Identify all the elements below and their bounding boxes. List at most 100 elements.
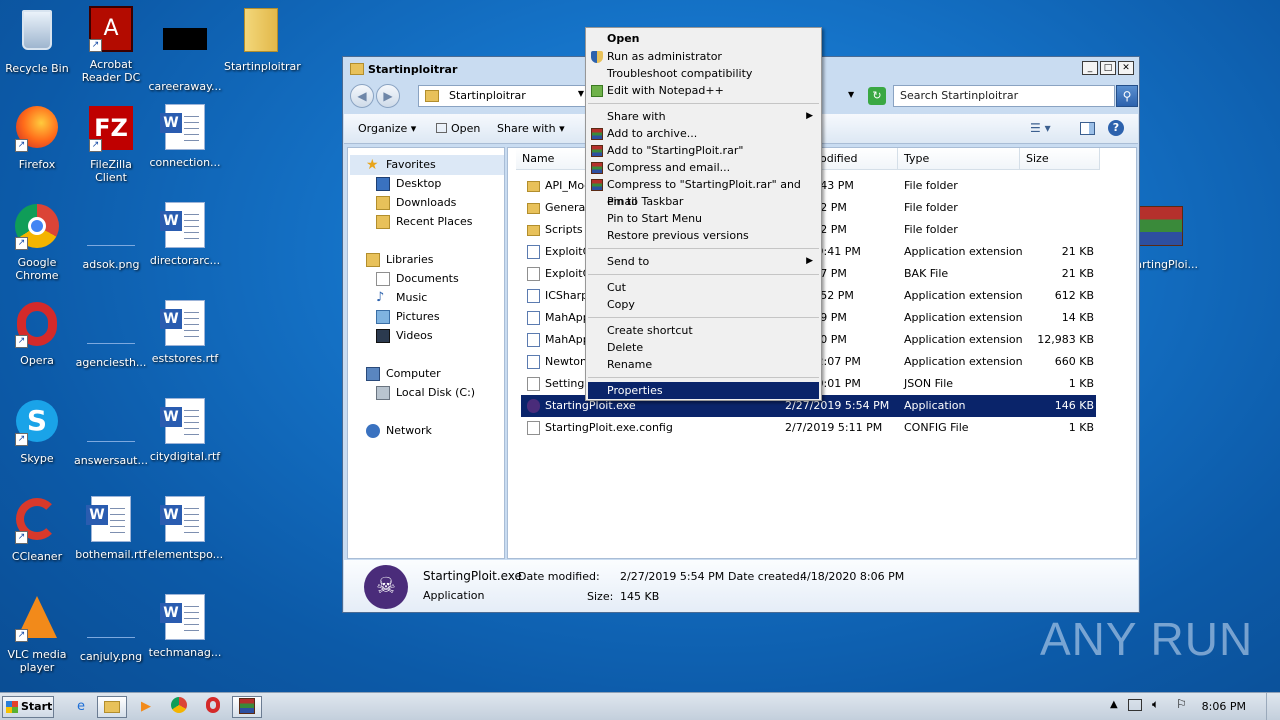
menu-open[interactable]: Open <box>588 30 819 47</box>
menu-send-to[interactable]: Send to ▶ <box>588 253 819 270</box>
menu-compress-and-email[interactable]: Compress and email... <box>588 159 819 176</box>
word-doc-icon: W <box>160 496 209 544</box>
menu-create-shortcut[interactable]: Create shortcut <box>588 322 819 339</box>
taskbar-opera-icon[interactable] <box>198 696 228 718</box>
address-dropdown-icon[interactable]: ▼ <box>848 90 854 99</box>
desktop-icon-elementspo[interactable]: W elementspo... <box>148 496 223 561</box>
open-button[interactable]: Open <box>436 122 480 135</box>
column-header-type[interactable]: Type <box>898 148 1020 170</box>
search-icon[interactable]: ⚲ <box>1116 85 1138 107</box>
desktop-icon-chrome[interactable]: ↗ Google Chrome <box>0 202 74 282</box>
maximize-icon[interactable]: □ <box>1100 61 1116 75</box>
notepad-plus-plus-icon <box>591 85 603 97</box>
nav-local-disk[interactable]: Local Disk (C:) <box>348 384 498 402</box>
nav-downloads[interactable]: Downloads <box>348 194 498 212</box>
desktop-icon-answersaut[interactable]: answersaut... <box>74 398 148 467</box>
menu-add-to-rar[interactable]: Add to "StartingPloit.rar" <box>588 142 819 159</box>
refresh-icon[interactable]: ↻ <box>868 87 886 105</box>
taskbar-winrar-icon[interactable] <box>232 696 262 718</box>
desktop-icon-ccleaner[interactable]: ↗ CCleaner <box>0 496 74 563</box>
desktop-icon-firefox[interactable]: ↗ Firefox <box>0 104 74 171</box>
menu-pin-to-start-menu[interactable]: Pin to Start Menu <box>588 210 819 227</box>
nav-recent-places[interactable]: Recent Places <box>348 213 498 231</box>
tray-expand-icon[interactable]: ▲ <box>1110 699 1118 710</box>
file-row[interactable]: StartingPloit.exe.config 2/7/2019 5:11 PM… <box>521 417 1096 439</box>
nav-network[interactable]: Network <box>348 422 498 440</box>
desktop-icon-agenciesth[interactable]: agenciesth... <box>74 300 148 369</box>
tray-network-icon[interactable] <box>1128 699 1142 711</box>
tray-flag-icon[interactable]: ⚐ <box>1176 697 1187 711</box>
nav-computer[interactable]: Computer <box>348 365 498 383</box>
preview-pane-icon[interactable] <box>1080 122 1095 135</box>
taskbar-ie-icon[interactable]: e <box>66 696 96 718</box>
menu-share-with[interactable]: Share with ▶ <box>588 108 819 125</box>
menu-troubleshoot-compatibility[interactable]: Troubleshoot compatibility <box>588 65 819 82</box>
menu-copy[interactable]: Copy <box>588 296 819 313</box>
nav-music[interactable]: ♪ Music <box>348 289 498 307</box>
column-header-date[interactable]: odified <box>820 148 898 170</box>
file-icon <box>527 377 540 391</box>
nav-videos[interactable]: Videos <box>348 327 498 345</box>
address-bar[interactable]: Startinploitrar ▼ <box>418 85 593 107</box>
desktop-icon-acrobat[interactable]: A ↗ Acrobat Reader DC <box>74 6 148 84</box>
menu-properties[interactable]: Properties <box>588 382 819 399</box>
menu-compress-to-rar-and-email[interactable]: Compress to "StartingPloit.rar" and emai… <box>588 176 819 208</box>
desktop-icon-opera[interactable]: ↗ Opera <box>0 300 74 367</box>
desktop-icon-bothemail[interactable]: W bothemail.rtf <box>74 496 148 561</box>
chrome-icon: ↗ <box>13 204 61 252</box>
clock[interactable]: 8:06 PM <box>1202 700 1246 713</box>
menu-pin-to-taskbar[interactable]: Pin to Taskbar <box>588 193 819 210</box>
view-icon[interactable]: ☰ ▾ <box>1030 121 1051 135</box>
forward-button[interactable]: ▶ <box>376 84 400 108</box>
desktop-icon-techmanag[interactable]: W techmanag... <box>148 594 222 659</box>
dll-file-icon <box>527 355 540 369</box>
help-icon[interactable]: ? <box>1108 120 1124 136</box>
desktop-icon-skype[interactable]: S ↗ Skype <box>0 398 74 465</box>
desktop-icon-citydigital[interactable]: W citydigital.rtf <box>148 398 222 463</box>
taskbar-explorer-icon[interactable] <box>97 696 127 718</box>
menu-delete[interactable]: Delete <box>588 339 819 356</box>
show-desktop-button[interactable] <box>1266 693 1280 720</box>
nav-desktop[interactable]: Desktop <box>348 175 498 193</box>
desktop-icon-vlc[interactable]: ↗ VLC media player <box>0 594 74 674</box>
breadcrumb[interactable]: Startinploitrar <box>449 89 526 102</box>
taskbar-media-player-icon[interactable]: ▶ <box>131 696 161 718</box>
column-header-size[interactable]: Size <box>1020 148 1100 170</box>
search-input[interactable]: Search Startinploitrar <box>893 85 1115 107</box>
desktop-icon-label: answersaut... <box>74 454 148 467</box>
taskbar-chrome-icon[interactable] <box>164 696 194 718</box>
close-icon[interactable]: ✕ <box>1118 61 1134 75</box>
menu-add-to-archive[interactable]: Add to archive... <box>588 125 819 142</box>
menu-restore-previous-versions[interactable]: Restore previous versions <box>588 227 819 244</box>
chevron-down-icon[interactable]: ▼ <box>578 89 584 98</box>
nav-libraries[interactable]: Libraries <box>348 251 498 269</box>
menu-edit-with-notepad[interactable]: Edit with Notepad++ <box>588 82 819 99</box>
nav-favorites[interactable]: ★ Favorites <box>348 156 498 174</box>
desktop-icon-startinploitrar[interactable]: Startinploitrar <box>224 6 301 73</box>
tray-volume-icon[interactable]: 🔈︎ <box>1152 697 1159 712</box>
menu-run-as-administrator[interactable]: Run as administrator <box>588 48 819 65</box>
details-size: 145 KB <box>620 590 660 603</box>
desktop-icon-careeraway[interactable]: careeraway... <box>148 6 222 93</box>
desktop-icon-connection[interactable]: W connection... <box>148 104 222 169</box>
share-with-button[interactable]: Share with ▾ <box>497 122 565 135</box>
menu-rename[interactable]: Rename <box>588 356 819 373</box>
start-button[interactable]: Start <box>2 696 54 718</box>
menu-cut[interactable]: Cut <box>588 279 819 296</box>
desktop-icon-eststores[interactable]: W eststores.rtf <box>148 300 222 365</box>
desktop-icon-filezilla[interactable]: FZ ↗ FileZilla Client <box>74 104 148 184</box>
desktop-icon-canjuly[interactable]: canjuly.png <box>74 594 148 663</box>
organize-button[interactable]: Organize ▾ <box>358 122 416 135</box>
desktop-icon-adsok[interactable]: adsok.png <box>74 202 148 271</box>
anyrun-watermark: ANY RUN <box>1040 613 1254 665</box>
desktop-icon-label: Firefox <box>18 158 56 171</box>
firefox-icon: ↗ <box>13 106 61 154</box>
exe-file-icon <box>527 399 540 413</box>
desktop-icon-directorarc[interactable]: W directorarc... <box>148 202 222 267</box>
desktop-icon-recycle-bin[interactable]: Recycle Bin <box>0 6 74 75</box>
image-file-icon <box>87 402 135 450</box>
back-button[interactable]: ◀ <box>350 84 374 108</box>
nav-documents[interactable]: Documents <box>348 270 498 288</box>
minimize-icon[interactable]: _ <box>1082 61 1098 75</box>
nav-pictures[interactable]: Pictures <box>348 308 498 326</box>
